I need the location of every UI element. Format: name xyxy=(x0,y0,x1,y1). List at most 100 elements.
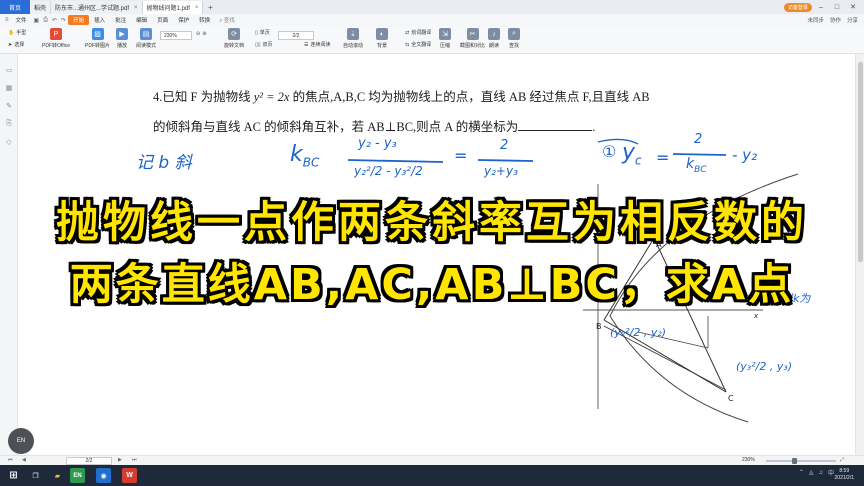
zoom-input[interactable]: 230% xyxy=(160,31,192,40)
pdf-to-office-button[interactable]: P PDF转Office xyxy=(42,28,70,49)
login-button[interactable]: 访客登录 xyxy=(783,2,812,12)
auto-scroll-button[interactable]: ⇣ 自动滚动 xyxy=(343,28,363,49)
menu-convert[interactable]: 转换 xyxy=(194,16,215,24)
select-tool[interactable]: ➤ 选择 xyxy=(8,41,24,49)
collaborate-button[interactable]: 协作 xyxy=(830,16,841,24)
task-view-icon[interactable]: ❐ xyxy=(28,468,43,483)
network-icon[interactable]: ◬ xyxy=(809,469,814,476)
full-translate-button[interactable]: ⇆ 全文翻译 xyxy=(405,41,431,49)
bookmark-icon[interactable]: ▭ xyxy=(5,66,13,74)
tab-exam-pdf[interactable]: 防东市...通州区...学试题.pdf × xyxy=(18,1,143,62)
close-window-icon[interactable]: ✕ xyxy=(846,0,860,14)
hamburger-icon[interactable]: ≡ xyxy=(3,17,11,23)
save-icon[interactable]: ▣ xyxy=(32,17,42,24)
tab-bar: 首页 稻壳 防东市...通州区...学试题.pdf × 抛物线问题1.pdf ×… xyxy=(0,0,864,62)
compress-button[interactable]: ⇲ 压缩 xyxy=(439,28,451,49)
menu-start[interactable]: 开始 xyxy=(68,15,90,25)
maximize-icon[interactable]: □ xyxy=(830,0,844,14)
zoom-out-icon[interactable]: ⊖ xyxy=(196,31,200,37)
tab-daoke[interactable]: 稻壳 xyxy=(18,1,52,62)
video-app-icon[interactable]: ◉ xyxy=(96,468,111,483)
next-page-icon[interactable]: ▶ xyxy=(118,457,122,463)
single-page-button[interactable]: ▯ 单页 xyxy=(255,29,270,37)
menu-right: 未同步 协作 分享 xyxy=(807,14,858,26)
status-page-input[interactable]: 2/2 xyxy=(66,457,112,465)
toolbar: ✋ 手型 ➤ 选择 P PDF转Office ▨ PDF转图片 ▶ 播放 ▤ 阅读模… xyxy=(0,26,864,54)
hw-eq-sign: = xyxy=(454,146,468,165)
play-button[interactable]: ▶ 播放 xyxy=(116,28,128,49)
point-label-b: B xyxy=(596,322,602,331)
double-page-icon: ▯▯ xyxy=(255,41,261,48)
thumbnail-icon[interactable]: ▦ xyxy=(5,84,13,92)
continuous-read-button[interactable]: ☰ 连续阅读 xyxy=(304,41,331,49)
volume-icon[interactable]: ♫ xyxy=(818,470,823,476)
double-page-button[interactable]: ▯▯ 双页 xyxy=(255,41,273,49)
word-translate-button[interactable]: ⇄ 划词翻译 xyxy=(405,29,431,37)
undo-icon[interactable]: ↶ xyxy=(50,17,59,24)
page-input[interactable]: 2/2 xyxy=(278,31,314,40)
windows-start-icon[interactable]: ⊞ xyxy=(6,468,21,483)
menu-edit[interactable]: 编辑 xyxy=(131,16,152,24)
new-tab-button[interactable]: + xyxy=(203,1,217,14)
menu-search[interactable]: ⌕ 查找 xyxy=(215,16,239,25)
close-icon[interactable]: × xyxy=(195,5,199,11)
menu-page[interactable]: 页面 xyxy=(152,16,173,24)
hand-tool[interactable]: ✋ 手型 xyxy=(8,29,26,37)
close-icon[interactable]: × xyxy=(134,5,138,11)
zoom-in-icon[interactable]: ⊕ xyxy=(202,31,206,37)
hw-yc: yc xyxy=(622,140,642,168)
last-page-icon[interactable]: ⏭ xyxy=(132,457,137,463)
tab-parabola-pdf[interactable]: 抛物线问题1.pdf × xyxy=(18,1,204,62)
sync-status[interactable]: 未同步 xyxy=(807,16,824,24)
file-explorer-icon[interactable]: ▰ xyxy=(50,468,65,483)
hw-eq-sign-2: = xyxy=(656,148,670,167)
speaker-icon: ♪ xyxy=(488,28,500,40)
hw-label-1: 记 b 斜 xyxy=(136,153,192,173)
attachment-icon[interactable]: ⎘ xyxy=(5,120,13,128)
wps-office-icon[interactable]: W xyxy=(122,468,137,483)
menu-insert[interactable]: 插入 xyxy=(89,16,110,24)
minimize-icon[interactable]: – xyxy=(814,0,828,14)
menu-annotate[interactable]: 批注 xyxy=(110,16,131,24)
fit-page-icon[interactable]: ⤢ xyxy=(840,457,844,463)
menu-protect[interactable]: 保护 xyxy=(173,16,194,24)
read-aloud-button[interactable]: ♪ 朗读 xyxy=(488,28,500,49)
layers-icon[interactable]: ◇ xyxy=(5,138,13,146)
single-page-icon: ▯ xyxy=(255,29,258,36)
zoom-controls[interactable]: ⊖ ⊕ xyxy=(196,31,206,37)
menu-file[interactable]: 文件 xyxy=(11,16,32,24)
translate-icon: ⇄ xyxy=(405,29,410,36)
taskbar-clock[interactable]: 8:59 2021/2/1 xyxy=(835,468,854,482)
annotation-icon[interactable]: ✎ xyxy=(5,102,13,110)
ime-icon[interactable]: 中 xyxy=(828,468,834,477)
language-badge[interactable]: EN xyxy=(8,428,34,454)
caption-line-1: 抛物线一点作两条斜率互为相反数的 xyxy=(56,198,808,248)
screenshot-compare-button[interactable]: ✂ 截图和对比 xyxy=(460,28,485,49)
os-taskbar: ⊞ ❐ ▰ EN ◉ W ⌃ ◬ ♫ 中 8:59 2021/2/1 xyxy=(0,465,864,486)
prev-page-icon[interactable]: ◀ xyxy=(22,457,26,463)
scroll-thumb[interactable] xyxy=(858,62,863,262)
zoom-slider-knob[interactable] xyxy=(792,458,797,464)
translate-doc-icon: ⇆ xyxy=(405,41,410,48)
zoom-slider[interactable] xyxy=(766,460,836,462)
fraction-bar-2 xyxy=(477,159,534,162)
background-button[interactable]: ◐ 背景 xyxy=(376,28,388,49)
status-bar: ⏮ ◀ 2/2 ▶ ⏭ 230% ⤢ xyxy=(0,455,864,465)
rotate-button[interactable]: ⟳ 旋转文档 xyxy=(224,28,244,49)
system-tray: ⌃ ◬ ♫ 中 xyxy=(799,468,834,478)
read-mode-button[interactable]: ▤ 阅读模式 xyxy=(136,28,156,49)
vertical-scrollbar[interactable] xyxy=(855,54,864,464)
find-button[interactable]: ⌕ 查找 xyxy=(508,28,520,49)
chevron-up-icon[interactable]: ⌃ xyxy=(799,469,804,476)
cursor-icon: ➤ xyxy=(8,41,13,48)
hw-yc-tail: - y₂ xyxy=(732,146,758,164)
fraction-bar-kbc xyxy=(347,159,444,163)
pdf-to-image-button[interactable]: ▨ PDF转图片 xyxy=(85,28,110,49)
wps-en-icon[interactable]: EN xyxy=(70,468,85,483)
redo-icon[interactable]: ↷ xyxy=(59,17,68,24)
print-icon[interactable]: ⎙ xyxy=(41,17,50,24)
first-page-icon[interactable]: ⏮ xyxy=(8,457,13,463)
share-button[interactable]: 分享 xyxy=(847,16,858,24)
tab-home[interactable]: 首页 xyxy=(0,0,30,14)
hw-frac-num: y₂ - y₃ xyxy=(358,136,397,151)
